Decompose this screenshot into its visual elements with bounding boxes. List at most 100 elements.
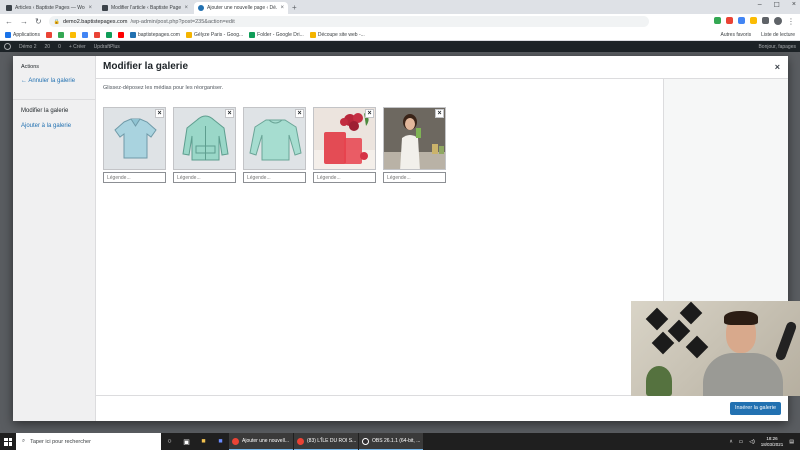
remove-attachment-icon[interactable]: × [225,109,234,118]
notifications-icon[interactable]: ▤ [789,439,794,445]
back-arrow-icon[interactable]: ← [5,17,13,26]
bookmark-item[interactable] [81,31,88,38]
taskbar-app-youtube[interactable]: (83) L'ÎLE DU ROI S... [294,433,358,450]
caption-input[interactable] [103,172,166,183]
caption-input[interactable] [243,172,306,183]
bookmark-icon [309,31,316,38]
bookmark-label: Folder - Google Dri... [257,31,304,38]
attachment-thumbnail[interactable]: × [103,107,166,170]
caption-input[interactable] [173,172,236,183]
gallery-attachment-hoodie[interactable]: × [173,107,236,183]
bookmark-icon [57,31,64,38]
start-button[interactable] [0,433,16,450]
bookmark-item[interactable] [117,31,124,38]
admin-bar-new[interactable]: + Créer [69,44,86,50]
network-icon[interactable]: ▭ [738,439,743,445]
remove-attachment-icon[interactable]: × [435,109,444,118]
extension-icon[interactable] [714,17,721,24]
wordpress-logo-icon[interactable] [4,43,11,50]
close-window-icon[interactable]: × [792,1,796,9]
volume-icon[interactable]: ◁) [749,439,755,445]
admin-bar-comments[interactable]: 0 [58,44,61,50]
close-tab-icon[interactable]: × [184,5,188,11]
file-explorer-icon[interactable]: ■ [195,433,212,450]
admin-bar-updraftplus[interactable]: UpdraftPlus [94,44,120,50]
forward-arrow-icon[interactable]: → [20,17,28,26]
system-tray: ˄ ▭ ◁) 18:26 18/03/2021 ▤ [730,436,800,448]
new-tab-button[interactable]: + [292,2,297,14]
taskbar-app-label: (83) L'ÎLE DU ROI S... [307,438,357,444]
caption-input[interactable] [383,172,446,183]
bookmark-item[interactable]: Folder - Google Dri... [249,31,304,38]
cancel-gallery-link[interactable]: ← Annuler la galerie [21,78,87,84]
bookmark-item[interactable]: Applications [5,31,40,38]
taskbar-app-obs[interactable]: OBS 26.1.1 (64-bit, ... [359,433,423,450]
extension-icon[interactable] [726,17,733,24]
bookmark-icon [105,31,112,38]
extension-icon[interactable] [750,17,757,24]
webcam-overlay [631,301,800,396]
remove-attachment-icon[interactable]: × [365,109,374,118]
puzzle-icon[interactable] [762,17,769,24]
reading-list[interactable]: Liste de lecture [761,32,795,38]
bookmark-icon [45,31,52,38]
person-hair [724,311,758,325]
admin-bar-account[interactable]: Bonjour, fapages [758,44,796,50]
other-bookmarks-folder[interactable]: Autres favoris [721,32,752,38]
add-to-gallery-link[interactable]: Ajouter à la galerie [21,123,87,129]
remove-attachment-icon[interactable]: × [155,109,164,118]
bookmark-item[interactable]: Gélyze Paris - Goog... [185,31,243,38]
close-modal-button[interactable]: × [775,62,780,72]
bookmark-item[interactable]: baptistepages.com [129,31,180,38]
chevron-up-icon[interactable]: ˄ [730,439,733,445]
attachment-thumbnail[interactable]: × [243,107,306,170]
gallery-attachment-polo-shirt[interactable]: × [103,107,166,183]
attachment-thumbnail[interactable]: × [383,107,446,170]
browser-tab-modifier-article[interactable]: Modifier l'article ‹ Baptiste Page... × [98,2,192,14]
attachment-thumbnail[interactable]: × [313,107,376,170]
bookmark-item[interactable] [57,31,64,38]
tab-title: Ajouter une nouvelle page ‹ Dé... [207,5,278,11]
gallery-content: Glissez-déposez les médias pour les réor… [96,79,663,395]
taskbar-app-chrome[interactable]: Ajouter une nouvell... [229,433,293,450]
browser-tab-strip: Articles ‹ Baptiste Pages — Wor... × Mod… [0,0,800,14]
kebab-menu-icon[interactable]: ⋮ [787,17,795,26]
remove-attachment-icon[interactable]: × [295,109,304,118]
wordpress-favicon-icon [6,5,12,11]
attachment-thumbnail[interactable]: × [173,107,236,170]
task-view-icon[interactable]: ▣ [178,433,195,450]
insert-gallery-button[interactable]: Insérer la galerie [730,402,781,415]
bookmark-item[interactable] [69,31,76,38]
maximize-icon[interactable]: ☐ [774,1,780,9]
modal-toolbar: Insérer la galerie [96,395,788,421]
gallery-attachment-sweater[interactable]: × [243,107,306,183]
browser-tab-ajouter-page[interactable]: Ajouter une nouvelle page ‹ Dé... × [194,2,288,14]
menu-item-edit-gallery[interactable]: Modifier la galerie [21,108,87,114]
bookmarks-right: Autres favoris Liste de lecture [721,32,796,38]
close-tab-icon[interactable]: × [280,5,284,11]
bookmark-item[interactable] [45,31,52,38]
close-tab-icon[interactable]: × [88,5,92,11]
minimize-icon[interactable]: – [758,1,762,9]
taskbar-search-input[interactable]: ⌕ Taper ici pour rechercher [16,433,161,450]
plant [646,366,672,396]
bookmark-item[interactable] [93,31,100,38]
profile-avatar[interactable] [774,17,782,25]
gallery-attachment-woman-drinking[interactable]: × [383,107,446,183]
clock[interactable]: 18:26 18/03/2021 [761,436,784,448]
caption-input[interactable] [313,172,376,183]
store-icon[interactable]: ■ [212,433,229,450]
cortana-icon[interactable]: ○ [161,433,178,450]
extension-icon[interactable] [738,17,745,24]
admin-bar-updates[interactable]: 20 [45,44,51,50]
url-input[interactable]: 🔒 demo2.baptistepages.com/wp-admin/post.… [48,16,649,27]
menu-heading: Actions [21,64,40,70]
modal-title: Modifier la galerie [103,61,189,72]
bookmark-item[interactable]: Découpe site web -... [309,31,365,38]
gallery-attachments: × × × × × [103,107,656,183]
gallery-attachment-strawberry-drink[interactable]: × [313,107,376,183]
browser-tab-articles[interactable]: Articles ‹ Baptiste Pages — Wor... × [2,2,96,14]
admin-bar-site[interactable]: Démo 2 [19,44,37,50]
reload-icon[interactable]: ↻ [35,17,42,26]
bookmark-item[interactable] [105,31,112,38]
